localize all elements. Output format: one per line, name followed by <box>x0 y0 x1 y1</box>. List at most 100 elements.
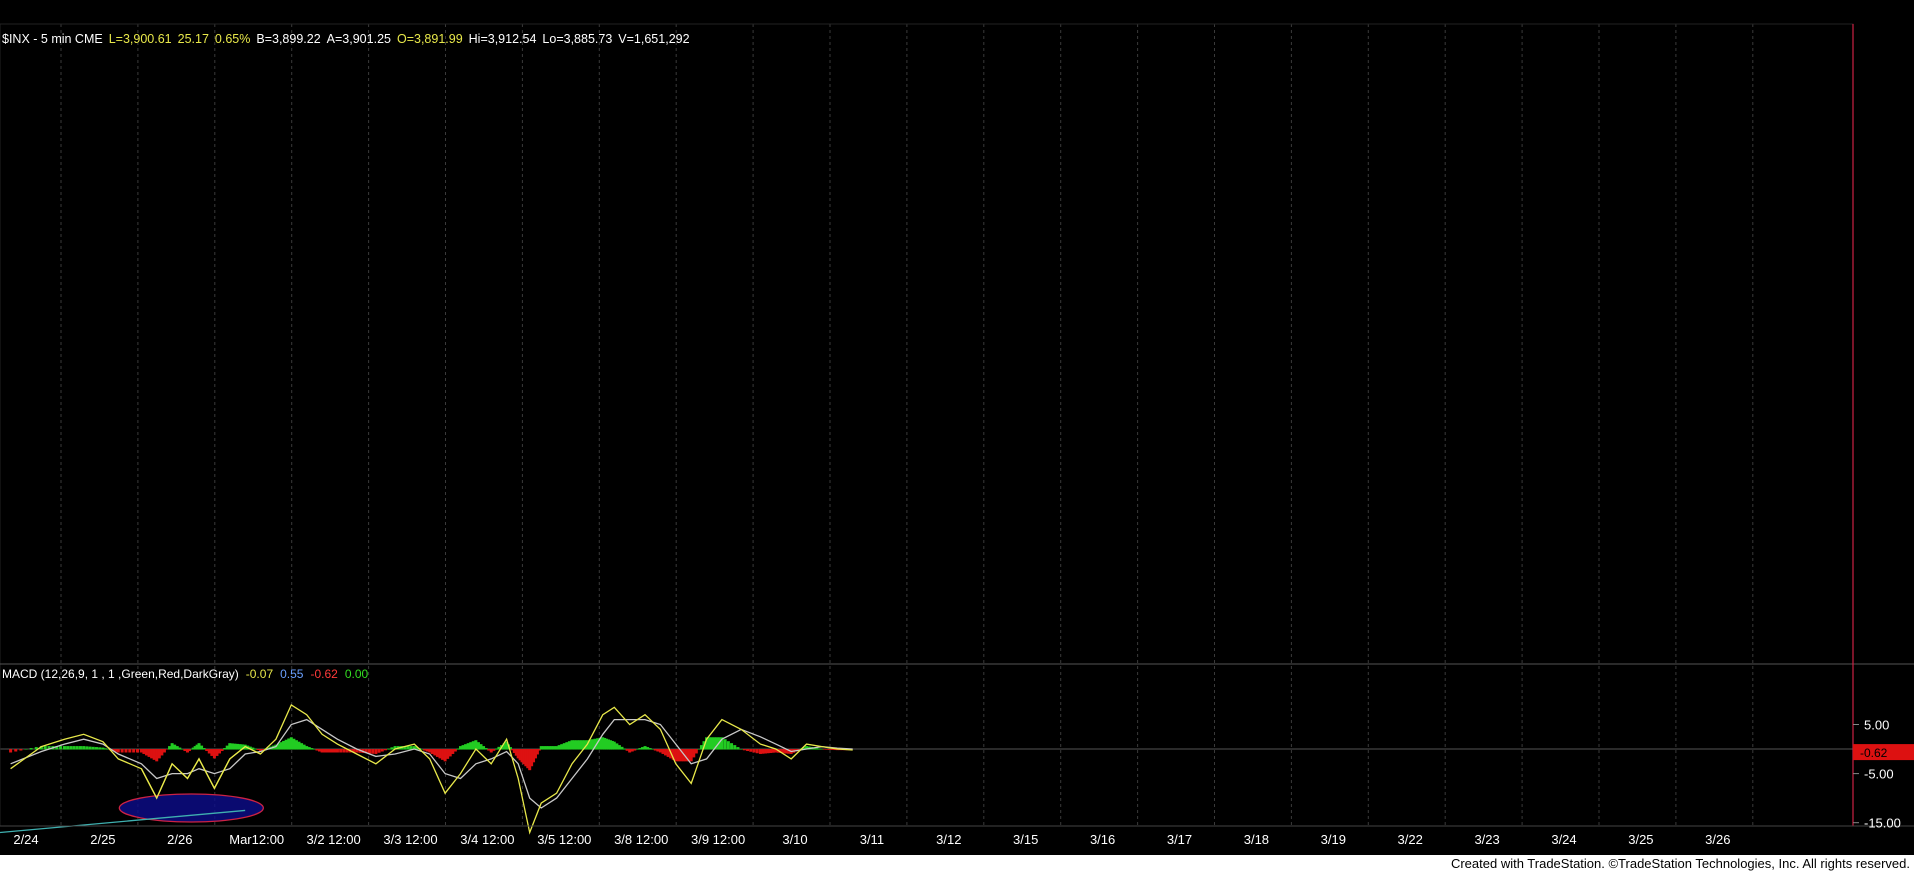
macd-histogram-bar <box>103 748 107 750</box>
macd-histogram-bar <box>438 749 442 759</box>
macd-histogram-bar <box>29 748 33 750</box>
macd-histogram-bar <box>220 749 224 752</box>
macd-histogram-bar <box>315 749 319 751</box>
x-tick-label: 3/23 <box>1474 832 1499 847</box>
macd-histogram-bar <box>758 749 762 754</box>
macd-histogram-bar <box>210 749 214 756</box>
macd-histogram-bar <box>120 749 124 753</box>
quote-stat: Hi=3,912.54 <box>469 32 537 46</box>
macd-histogram-bar <box>132 749 136 753</box>
macd-panel: MACD (12,26,9, 1 , 1 ,Green,Red,DarkGray… <box>0 667 1853 835</box>
macd-histogram-bar <box>19 749 23 751</box>
macd-histogram-bar <box>441 749 445 760</box>
macd-histogram-bar <box>643 746 647 750</box>
x-tick-label: 3/16 <box>1090 832 1115 847</box>
macd-histogram-bar <box>233 743 237 750</box>
macd-histogram-bar <box>292 738 296 750</box>
macd-histogram-bar <box>494 748 498 750</box>
macd-histogram-bar <box>205 749 209 752</box>
macd-histogram-bar <box>575 740 579 750</box>
macd-histogram-bar <box>820 749 824 750</box>
macd-histogram-bar <box>580 740 584 750</box>
quote-stat: 0.65% <box>215 32 250 46</box>
macd-histogram-bar <box>305 746 309 750</box>
macd-histogram-bar <box>699 745 703 750</box>
x-tick-label: 3/5 12:00 <box>537 832 591 847</box>
macd-histogram-bar <box>101 747 105 750</box>
macd-histogram-bar <box>707 737 711 750</box>
macd-histogram-bar <box>676 749 680 762</box>
macd-histogram-bar <box>739 749 743 750</box>
vertical-grid <box>60 24 1754 826</box>
macd-histogram-bar <box>387 748 391 750</box>
macd-histogram-bar <box>173 744 177 750</box>
macd-histogram-bar <box>155 749 159 762</box>
quote-stat: O=3,891.99 <box>397 32 463 46</box>
macd-histogram-bar <box>746 749 750 752</box>
x-tick-label: 3/8 12:00 <box>614 832 668 847</box>
macd-histogram-bar <box>325 749 329 753</box>
macd-histogram-bar <box>461 745 465 750</box>
macd-histogram-bar <box>817 748 821 750</box>
macd-histogram-bar <box>335 749 339 753</box>
macd-histogram-bar <box>555 746 559 750</box>
macd-histogram-bar <box>228 743 232 750</box>
macd-histogram-bar <box>456 748 460 750</box>
footer: Created with TradeStation. ©TradeStation… <box>0 855 1914 873</box>
macd-histogram-bar <box>769 749 773 753</box>
macd-params: MACD (12,26,9, 1 , 1 ,Green,Red,DarkGray… <box>2 667 239 681</box>
macd-histogram-bar <box>78 746 82 750</box>
macd-histogram-bar <box>697 749 701 750</box>
macd-histogram-bar <box>197 743 201 750</box>
macd-histogram-bar <box>612 741 616 750</box>
macd-last-label: -0.62 <box>1860 746 1888 760</box>
macd-histogram-bar <box>730 743 734 750</box>
macd-histogram-bar <box>648 748 652 750</box>
x-tick-label: 3/25 <box>1628 832 1653 847</box>
macd-histogram-bar <box>487 749 491 751</box>
macd-histogram-bar <box>549 746 553 750</box>
macd-histogram-bar <box>423 749 427 751</box>
macd-histogram-bar <box>367 749 371 754</box>
macd-histogram-bar <box>302 744 306 750</box>
macd-histogram-bar <box>617 745 621 750</box>
macd-histogram-bar <box>377 749 381 753</box>
macd-histogram-bar <box>390 747 394 750</box>
macd-histogram-bar <box>822 749 826 750</box>
x-tick-label: Mar12:00 <box>229 832 284 847</box>
macd-histogram-bar <box>484 748 488 750</box>
macd-histogram-bar <box>175 746 179 750</box>
macd-histogram-bar <box>443 749 447 762</box>
macd-histogram-bar <box>215 749 219 756</box>
macd-histogram-bar <box>82 746 86 750</box>
macd-histogram-bar <box>88 746 92 750</box>
macd-histogram-bar <box>694 749 698 754</box>
macd-histogram-bar <box>72 746 76 750</box>
macd-histogram-bar <box>333 749 337 753</box>
macd-histogram-bar <box>489 749 493 753</box>
quote-stat: L=3,900.61 <box>109 32 172 46</box>
macd-histogram-bar <box>651 749 655 750</box>
macd-histogram-bar <box>230 743 234 750</box>
macd-histogram-bar <box>646 747 650 750</box>
macd-histogram-bar <box>425 749 429 752</box>
macd-histogram-bar <box>562 743 566 750</box>
macd-histogram-bar <box>310 748 314 750</box>
x-tick-label: 3/10 <box>782 832 807 847</box>
macd-histogram-bar <box>658 749 662 753</box>
macd-histogram-bar <box>482 746 486 750</box>
macd-histogram-bar <box>342 749 346 753</box>
macd-histogram-bar <box>570 740 574 750</box>
macd-histogram-bar <box>479 744 483 750</box>
macd-histogram-bar <box>157 749 161 759</box>
macd-histogram-bar <box>320 749 324 753</box>
macd-histogram-bar <box>238 744 242 750</box>
x-tick-label: 3/24 <box>1551 832 1576 847</box>
macd-histogram-bar <box>656 749 660 752</box>
quote-stat: 25.17 <box>178 32 209 46</box>
x-tick-label: 3/15 <box>1013 832 1038 847</box>
macd-histogram-bar <box>625 749 629 751</box>
divergence-ellipse <box>118 793 264 823</box>
macd-histogram-bar <box>183 749 187 752</box>
macd-histogram-bar <box>766 749 770 754</box>
